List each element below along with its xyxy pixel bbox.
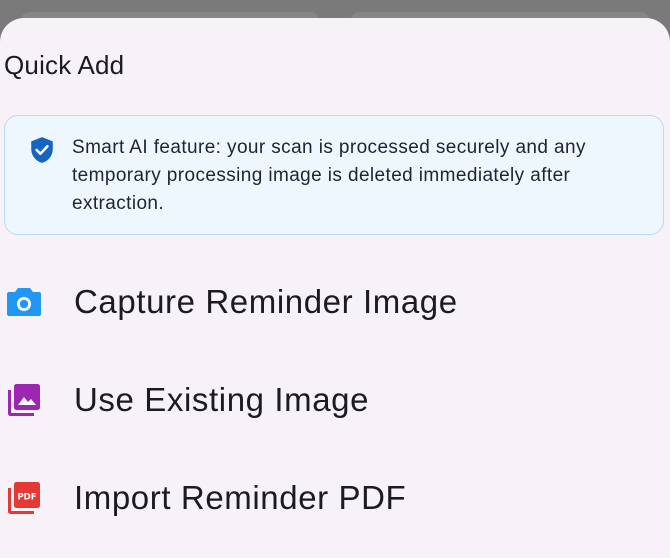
capture-reminder-image-option[interactable]: Capture Reminder Image	[0, 260, 670, 340]
use-existing-image-label: Use Existing Image	[74, 381, 370, 418]
import-reminder-pdf-label: Import Reminder PDF	[74, 479, 407, 516]
import-reminder-pdf-option[interactable]: PDF Import Reminder PDF	[0, 456, 670, 536]
sheet-title: Quick Add	[4, 50, 125, 80]
security-notice-text: Smart AI feature: your scan is processed…	[72, 137, 586, 214]
capture-reminder-image-label: Capture Reminder Image	[74, 283, 458, 320]
use-existing-image-option[interactable]: Use Existing Image	[0, 358, 670, 438]
photo-library-icon	[8, 384, 40, 416]
camera-icon	[7, 288, 41, 316]
quick-add-bottom-sheet: Quick Add Smart AI feature: your scan is…	[0, 18, 670, 558]
shield-check-icon	[31, 137, 53, 163]
pdf-icon: PDF	[8, 482, 40, 514]
security-notice: Smart AI feature: your scan is processed…	[4, 115, 664, 235]
svg-text:PDF: PDF	[17, 493, 36, 503]
